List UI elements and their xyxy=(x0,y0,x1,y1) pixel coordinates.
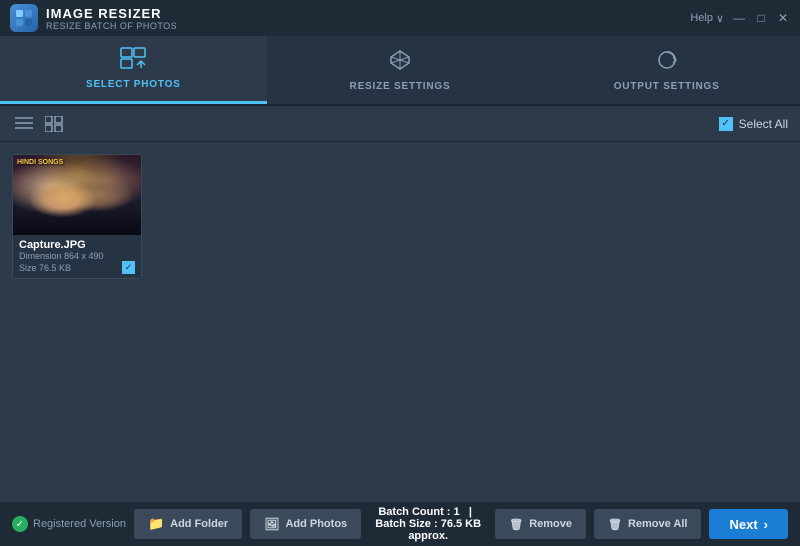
resize-settings-icon xyxy=(387,49,413,77)
select-all-label: Select All xyxy=(739,117,788,131)
select-all-control[interactable]: ✓ Select All xyxy=(719,117,788,131)
close-button[interactable]: ✕ xyxy=(776,11,790,25)
tab-select-photos-label: SELECT PHOTOS xyxy=(86,79,181,90)
app-subtitle: RESIZE BATCH OF PHOTOS xyxy=(46,21,177,31)
minimize-button[interactable]: — xyxy=(732,11,746,25)
remove-controls: 🗑 Remove 🗑 Remove All xyxy=(495,509,701,539)
maximize-button[interactable]: □ xyxy=(754,11,768,25)
batch-status: Batch Count : 1 | Batch Size : 76.5 KB a… xyxy=(369,506,487,542)
photo-name: Capture.JPG xyxy=(19,239,135,251)
registered-icon: ✓ xyxy=(12,516,28,532)
app-name: IMAGE RESIZER xyxy=(46,6,177,21)
batch-size-label: Batch Size : xyxy=(375,518,437,530)
photo-size: Size 76.5 KB xyxy=(19,263,71,273)
batch-separator: | xyxy=(469,506,472,518)
photos-grid: HINDI SONGS Capture.JPG Dimension 864 x … xyxy=(0,142,800,482)
app-title-group: IMAGE RESIZER RESIZE BATCH OF PHOTOS xyxy=(46,6,177,31)
help-button[interactable]: Help ∨ xyxy=(690,12,724,25)
content-toolbar: ✓ Select All xyxy=(0,106,800,142)
add-photos-button[interactable]: 🖼 Add Photos xyxy=(250,509,361,539)
window-controls: Help ∨ — □ ✕ xyxy=(690,11,790,25)
tab-select-photos[interactable]: SELECT PHOTOS xyxy=(0,36,267,104)
tab-resize-settings-label: RESIZE SETTINGS xyxy=(350,81,451,92)
remove-all-button[interactable]: 🗑 Remove All xyxy=(594,509,701,539)
tab-output-settings[interactable]: OUTPUT SETTINGS xyxy=(533,36,800,104)
remove-button[interactable]: 🗑 Remove xyxy=(495,509,586,539)
photo-dimension: Dimension 864 x 490 xyxy=(19,251,135,261)
app-logo xyxy=(10,4,38,32)
select-all-checkbox[interactable]: ✓ xyxy=(719,117,733,131)
next-button[interactable]: Next › xyxy=(709,509,788,539)
registered-status: ✓ Registered Version xyxy=(12,516,126,532)
add-photos-icon: 🖼 xyxy=(264,517,279,531)
bottom-bar: ✓ Registered Version 📁 Add Folder 🖼 Add … xyxy=(0,502,800,546)
photo-info: Capture.JPG Dimension 864 x 490 Size 76.… xyxy=(13,235,141,278)
batch-count-value: 1 xyxy=(454,506,460,518)
registered-label: Registered Version xyxy=(33,518,126,530)
tab-output-settings-label: OUTPUT SETTINGS xyxy=(614,81,720,92)
title-bar: IMAGE RESIZER RESIZE BATCH OF PHOTOS Hel… xyxy=(0,0,800,36)
add-folder-button[interactable]: 📁 Add Folder xyxy=(134,509,242,539)
next-arrow-icon: › xyxy=(764,517,768,532)
folder-icon: 📁 xyxy=(148,516,164,532)
select-photos-icon xyxy=(120,47,146,75)
list-item[interactable]: HINDI SONGS Capture.JPG Dimension 864 x … xyxy=(12,154,142,279)
thumb-overlay-text: HINDI SONGS xyxy=(17,159,63,167)
trash-all-icon: 🗑 xyxy=(608,518,622,531)
output-settings-icon xyxy=(654,49,680,77)
view-toggle xyxy=(12,112,66,136)
photo-size-row: Size 76.5 KB ✓ xyxy=(19,261,135,274)
list-view-button[interactable] xyxy=(12,112,36,136)
grid-view-button[interactable] xyxy=(42,112,66,136)
tab-resize-settings[interactable]: RESIZE SETTINGS xyxy=(267,36,534,104)
tab-bar: SELECT PHOTOS RESIZE SETTINGS OUTPUT SET… xyxy=(0,36,800,106)
photo-thumbnail: HINDI SONGS xyxy=(13,155,142,235)
trash-icon: 🗑 xyxy=(509,518,523,531)
photo-select-checkbox[interactable]: ✓ xyxy=(122,261,135,274)
batch-count-label: Batch Count : xyxy=(378,506,450,518)
